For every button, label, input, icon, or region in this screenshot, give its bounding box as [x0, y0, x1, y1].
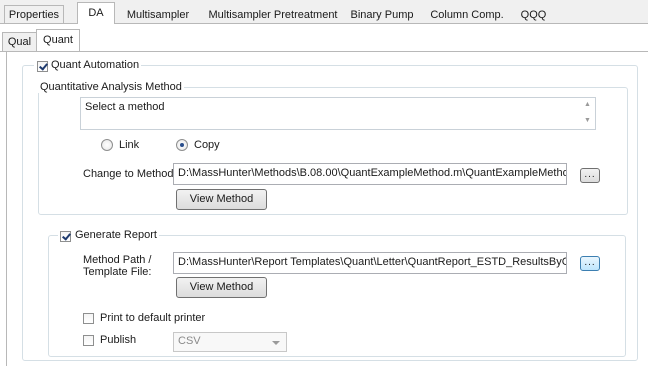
tab-column-comp[interactable]: Column Comp.	[423, 5, 511, 24]
tab-da[interactable]: DA	[77, 2, 115, 24]
tab-properties[interactable]: Properties	[4, 5, 64, 24]
method-list-scrollbar[interactable]: ▲ ▼	[580, 98, 595, 129]
method-path-label-line2: Template File:	[83, 266, 152, 278]
sub-tab-divider	[0, 51, 648, 52]
radio-link[interactable]	[101, 139, 113, 151]
tab-multisampler-pretreatment[interactable]: Multisampler Pretreatment	[203, 5, 343, 24]
tab-quant[interactable]: Quant	[36, 29, 80, 51]
quant-method-label: Quantitative Analysis Method	[38, 81, 184, 93]
tab-qqq[interactable]: QQQ	[511, 5, 556, 24]
sub-tab-strip	[0, 24, 648, 52]
radio-link-label: Link	[119, 139, 140, 151]
generate-report-checkbox[interactable]	[60, 231, 71, 242]
view-method-button[interactable]: View Method	[176, 189, 267, 210]
method-list[interactable]: Select a method	[80, 97, 596, 130]
chevron-down-icon	[272, 341, 280, 345]
quant-automation-header: Quant Automation	[34, 59, 142, 71]
radio-copy[interactable]	[176, 139, 188, 151]
change-to-method-label: Change to Method:	[83, 168, 177, 180]
template-path-text: D:\MassHunter\Report Templates\Quant\Let…	[178, 256, 567, 268]
generate-report-label: Generate Report	[75, 229, 157, 241]
method-path-label: Method Path / Template File:	[83, 254, 152, 278]
method-path-label-line1: Method Path /	[83, 254, 152, 266]
publish-format-dropdown[interactable]: CSV	[173, 332, 287, 352]
browse-template-button[interactable]: ...	[580, 256, 600, 271]
publish-format-value: CSV	[178, 335, 201, 347]
print-default-label: Print to default printer	[100, 312, 206, 324]
publish-checkbox[interactable]	[83, 335, 94, 346]
content-border	[6, 52, 7, 366]
tab-qual[interactable]: Qual	[2, 32, 37, 51]
tab-multisampler[interactable]: Multisampler	[119, 5, 197, 24]
quant-automation-label: Quant Automation	[51, 59, 140, 71]
change-method-path-field[interactable]: D:\MassHunter\Methods\B.08.00\QuantExamp…	[173, 163, 567, 185]
print-default-checkbox[interactable]	[83, 313, 94, 324]
publish-label: Publish	[100, 334, 137, 346]
tab-binary-pump[interactable]: Binary Pump	[344, 5, 420, 24]
scroll-up-icon[interactable]: ▲	[584, 101, 591, 108]
browse-method-button[interactable]: ...	[580, 168, 600, 183]
scroll-down-icon[interactable]: ▼	[584, 117, 591, 124]
generate-report-header: Generate Report	[58, 229, 159, 241]
change-method-path-text: D:\MassHunter\Methods\B.08.00\QuantExamp…	[178, 167, 567, 179]
quant-automation-checkbox[interactable]	[37, 61, 48, 72]
method-list-text: Select a method	[85, 101, 165, 113]
radio-copy-label: Copy	[194, 139, 220, 151]
view-report-method-button[interactable]: View Method	[176, 277, 267, 298]
template-path-field[interactable]: D:\MassHunter\Report Templates\Quant\Let…	[173, 252, 567, 274]
